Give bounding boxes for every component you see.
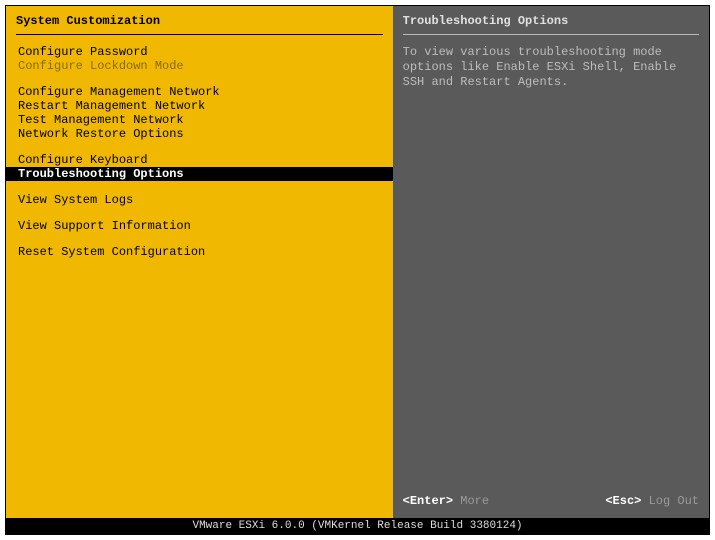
hint-esc[interactable]: <Esc> Log Out	[605, 494, 699, 508]
menu-group: Configure KeyboardTroubleshooting Option…	[16, 153, 383, 181]
left-panel-title: System Customization	[16, 10, 383, 34]
menu-item-configure-keyboard[interactable]: Configure Keyboard	[16, 153, 383, 167]
left-divider	[16, 34, 383, 35]
hint-esc-key: <Esc>	[605, 494, 641, 508]
left-panel: System Customization Configure PasswordC…	[6, 6, 393, 518]
menu-group: View Support Information	[16, 219, 383, 233]
menu-group: Configure Management NetworkRestart Mana…	[16, 85, 383, 141]
hint-enter-key: <Enter>	[403, 494, 453, 508]
hint-esc-label: Log Out	[649, 494, 699, 508]
hint-enter-label: More	[460, 494, 489, 508]
hint-enter[interactable]: <Enter> More	[403, 494, 489, 508]
status-bar: VMware ESXi 6.0.0 (VMKernel Release Buil…	[6, 518, 709, 534]
menu-item-configure-lockdown-mode[interactable]: Configure Lockdown Mode	[16, 59, 383, 73]
menu-item-reset-system-configuration[interactable]: Reset System Configuration	[16, 245, 383, 259]
right-body: To view various troubleshooting mode opt…	[403, 45, 699, 488]
right-panel-title: Troubleshooting Options	[403, 10, 699, 34]
right-panel: Troubleshooting Options To view various …	[393, 6, 709, 518]
right-description: To view various troubleshooting mode opt…	[403, 45, 699, 90]
menu-group: Reset System Configuration	[16, 245, 383, 259]
main-area: System Customization Configure PasswordC…	[6, 6, 709, 518]
right-divider	[403, 34, 699, 35]
footer-hints: <Enter> More <Esc> Log Out	[403, 488, 699, 508]
menu-group: Configure PasswordConfigure Lockdown Mod…	[16, 45, 383, 73]
menu-item-test-management-network[interactable]: Test Management Network	[16, 113, 383, 127]
menu-item-troubleshooting-options[interactable]: Troubleshooting Options	[6, 167, 393, 181]
menu-item-configure-management-network[interactable]: Configure Management Network	[16, 85, 383, 99]
menu-item-restart-management-network[interactable]: Restart Management Network	[16, 99, 383, 113]
menu-item-view-system-logs[interactable]: View System Logs	[16, 193, 383, 207]
menu: Configure PasswordConfigure Lockdown Mod…	[16, 45, 383, 271]
menu-group: View System Logs	[16, 193, 383, 207]
menu-item-configure-password[interactable]: Configure Password	[16, 45, 383, 59]
dcui-frame: System Customization Configure PasswordC…	[5, 5, 710, 535]
menu-item-network-restore-options[interactable]: Network Restore Options	[16, 127, 383, 141]
menu-item-view-support-information[interactable]: View Support Information	[16, 219, 383, 233]
